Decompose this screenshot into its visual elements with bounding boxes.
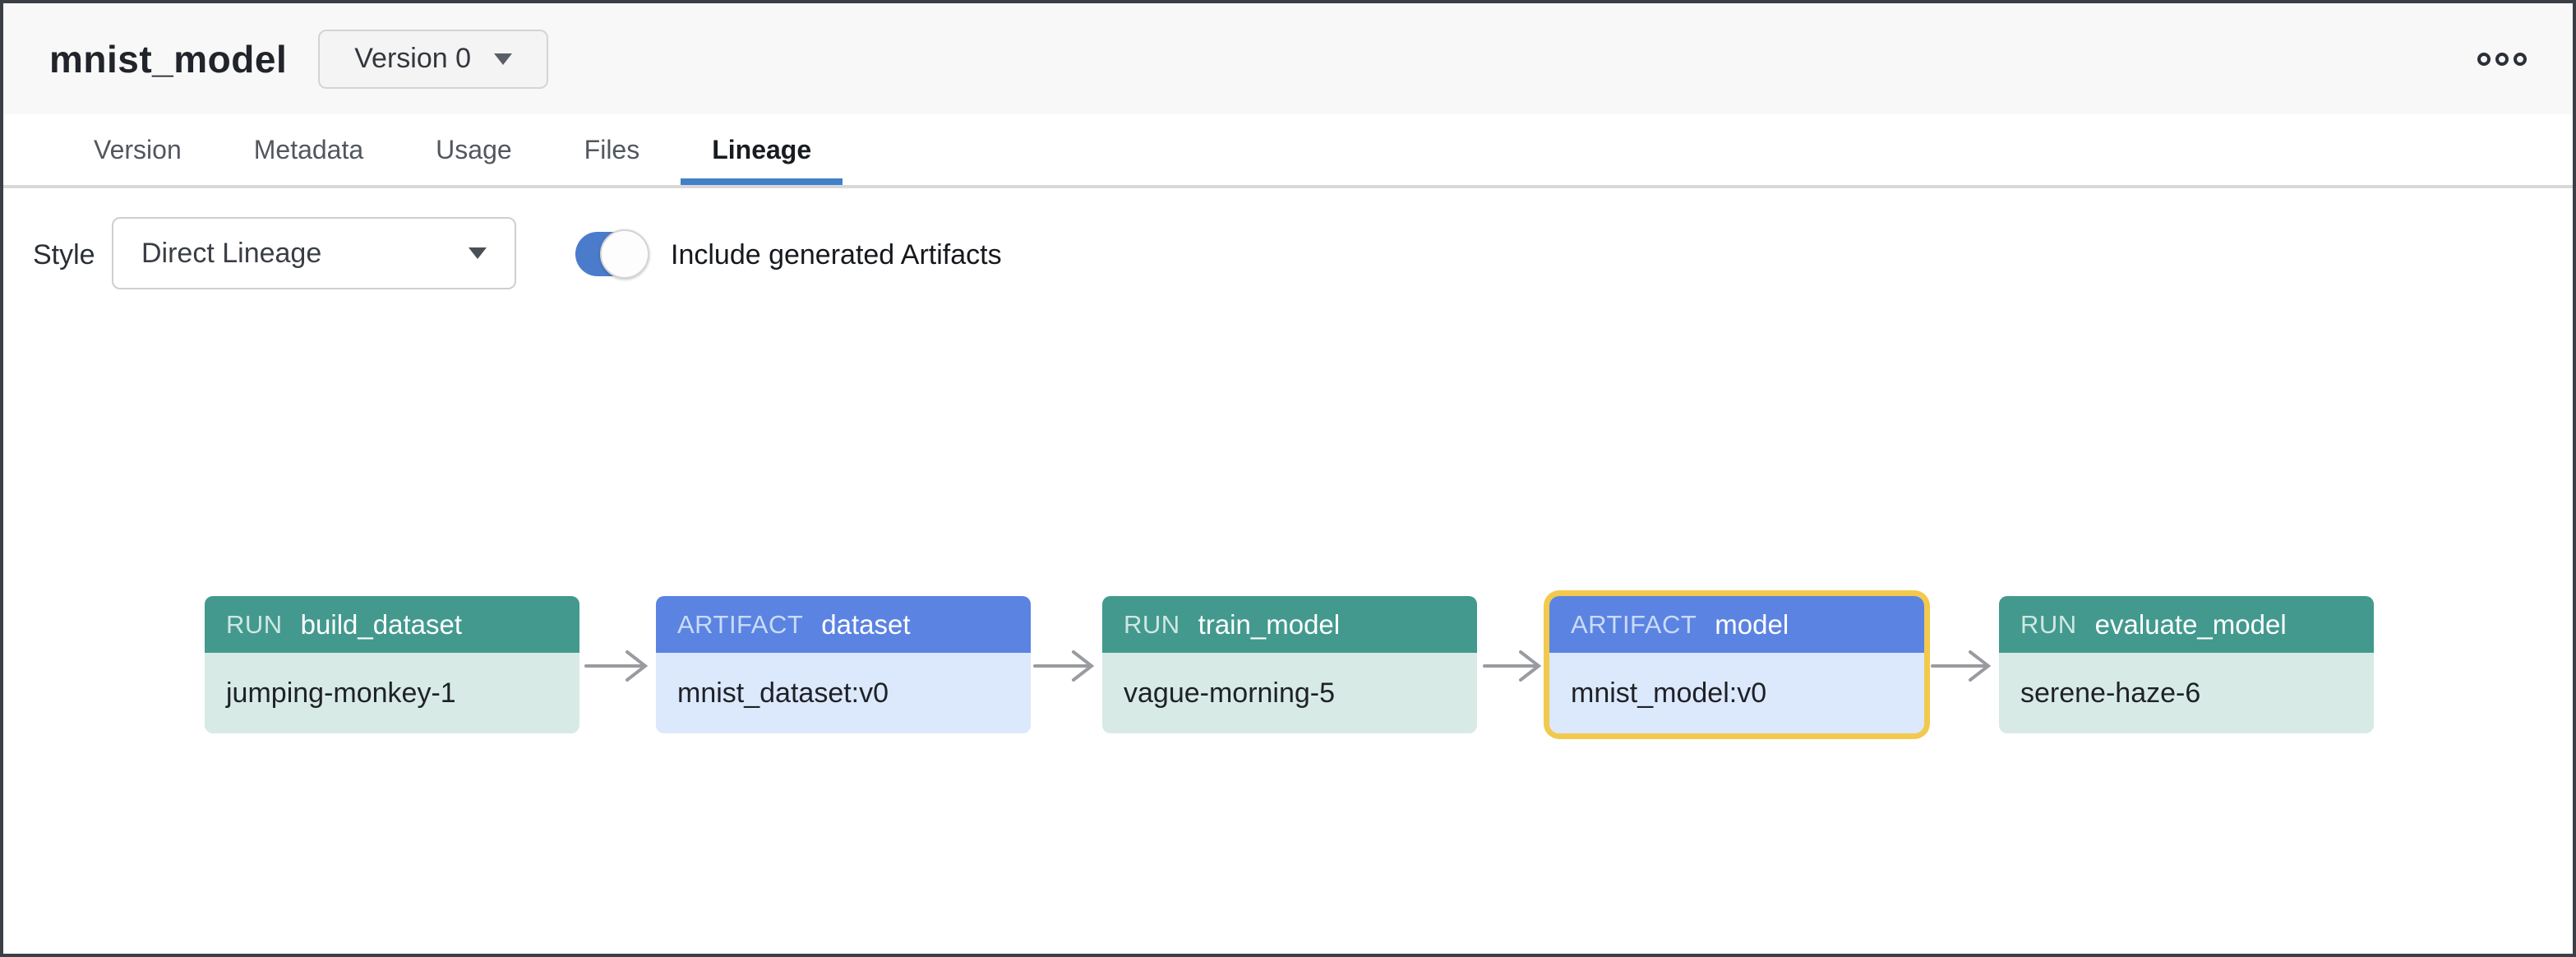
- node-name: train_model: [1198, 609, 1340, 640]
- node-name: evaluate_model: [2095, 609, 2287, 640]
- node-header: RUN build_dataset: [205, 596, 579, 653]
- lineage-graph: RUN build_dataset jumping-monkey-1 ARTIF…: [3, 294, 2573, 954]
- node-header: RUN train_model: [1102, 596, 1477, 653]
- node-name: model: [1715, 609, 1789, 640]
- node-type-label: RUN: [2020, 610, 2077, 640]
- chevron-down-icon: [469, 247, 487, 259]
- node-run-id: vague-morning-5: [1102, 653, 1477, 733]
- lineage-arrow: [1028, 648, 1101, 684]
- node-type-label: RUN: [1124, 610, 1180, 640]
- tab-version[interactable]: Version: [94, 114, 182, 185]
- lineage-node-model-selected[interactable]: ARTIFACT model mnist_model:v0: [1549, 596, 1924, 733]
- node-run-id: serene-haze-6: [1999, 653, 2374, 733]
- version-dropdown-button[interactable]: Version 0: [318, 30, 548, 89]
- tab-lineage[interactable]: Lineage: [712, 114, 811, 185]
- tab-files[interactable]: Files: [584, 114, 640, 185]
- lineage-arrow: [1478, 648, 1549, 684]
- node-header: RUN evaluate_model: [1999, 596, 2374, 653]
- node-type-label: RUN: [226, 610, 283, 640]
- lineage-arrow: [1926, 648, 1998, 684]
- overflow-dot-icon: [2514, 53, 2527, 66]
- chevron-down-icon: [494, 53, 512, 65]
- lineage-node-build-dataset[interactable]: RUN build_dataset jumping-monkey-1: [205, 596, 579, 733]
- toggle-knob: [600, 229, 649, 279]
- page-title: mnist_model: [49, 37, 287, 81]
- node-type-label: ARTIFACT: [677, 610, 803, 640]
- lineage-node-train-model[interactable]: RUN train_model vague-morning-5: [1102, 596, 1477, 733]
- node-header: ARTIFACT model: [1549, 596, 1924, 653]
- tab-usage[interactable]: Usage: [436, 114, 512, 185]
- artifact-page: mnist_model Version 0 Version Metadata U…: [0, 0, 2576, 957]
- include-artifacts-label: Include generated Artifacts: [671, 239, 1002, 271]
- node-name: dataset: [821, 609, 910, 640]
- page-header: mnist_model Version 0: [3, 3, 2573, 114]
- style-select-value: Direct Lineage: [141, 238, 321, 270]
- node-artifact-version: mnist_model:v0: [1549, 653, 1924, 733]
- style-label: Style: [33, 239, 95, 271]
- lineage-node-dataset[interactable]: ARTIFACT dataset mnist_dataset:v0: [656, 596, 1031, 733]
- include-artifacts-toggle[interactable]: [575, 232, 646, 276]
- style-select[interactable]: Direct Lineage: [112, 217, 516, 289]
- tab-metadata[interactable]: Metadata: [254, 114, 363, 185]
- overflow-dot-icon: [2477, 53, 2491, 66]
- overflow-menu-button[interactable]: [2469, 44, 2535, 74]
- node-name: build_dataset: [301, 609, 462, 640]
- overflow-dot-icon: [2495, 53, 2509, 66]
- node-header: ARTIFACT dataset: [656, 596, 1031, 653]
- version-dropdown-label: Version 0: [354, 43, 471, 75]
- node-type-label: ARTIFACT: [1571, 610, 1697, 640]
- node-run-id: jumping-monkey-1: [205, 653, 579, 733]
- lineage-node-evaluate-model[interactable]: RUN evaluate_model serene-haze-6: [1999, 596, 2374, 733]
- node-artifact-version: mnist_dataset:v0: [656, 653, 1031, 733]
- tab-bar: Version Metadata Usage Files Lineage: [3, 114, 2573, 188]
- lineage-arrow: [579, 648, 655, 684]
